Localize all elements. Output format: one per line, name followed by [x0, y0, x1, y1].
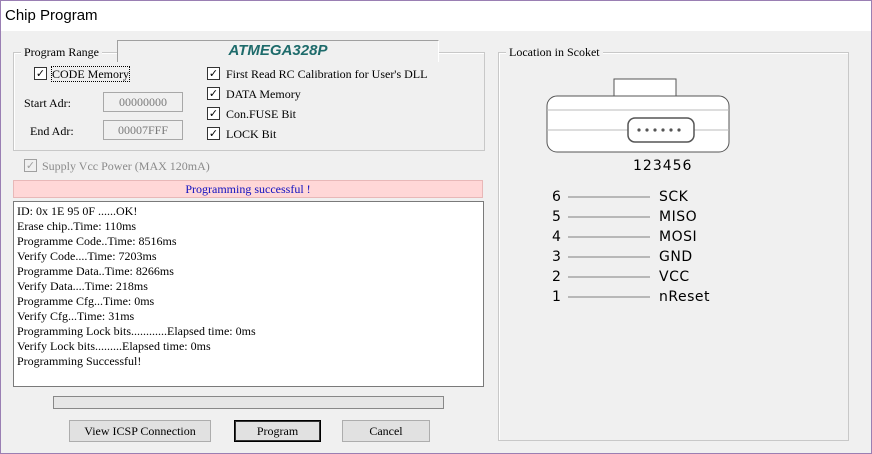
log-line: Programme Code..Time: 8516ms [17, 234, 177, 248]
log-line: Verify Cfg...Time: 31ms [17, 309, 135, 323]
log-line: Programming Lock bits............Elapsed… [17, 324, 256, 338]
pin-number: 2 [552, 269, 561, 285]
pin-line [568, 276, 650, 278]
pin-line [568, 236, 650, 238]
end-adr-field[interactable]: 00007FFF [103, 120, 183, 140]
log-line: Programme Data..Time: 8266ms [17, 264, 174, 278]
log-line: Erase chip..Time: 110ms [17, 219, 137, 233]
pin-name: SCK [659, 189, 689, 205]
window-title: Chip Program [1, 1, 871, 31]
log-line: Verify Lock bits.........Elapsed time: 0… [17, 339, 211, 353]
log-line: Verify Data....Time: 218ms [17, 279, 148, 293]
lock-bit-label[interactable]: LOCK Bit [226, 127, 276, 141]
pin-name: nReset [659, 289, 710, 305]
rc-calibration-checkbox[interactable]: ✓ [207, 67, 220, 80]
pin-number: 1 [552, 289, 561, 305]
log-line: Programme Cfg...Time: 0ms [17, 294, 155, 308]
socket-connector-diagram [546, 78, 730, 153]
supply-vcc-checkbox[interactable]: ✓ [24, 159, 37, 172]
pin-number: 6 [552, 189, 561, 205]
program-range-label: Program Range [21, 45, 102, 59]
log-line: Verify Code....Time: 7203ms [17, 249, 157, 263]
pin-line [568, 296, 650, 298]
log-output[interactable]: ID: 0x 1E 95 0F ......OK! Erase chip..Tim… [13, 201, 484, 387]
pin-line [568, 196, 650, 198]
end-adr-label: End Adr: [30, 124, 74, 138]
view-icsp-connection-button[interactable]: View ICSP Connection [69, 420, 211, 442]
pin-number: 3 [552, 249, 561, 265]
rc-calibration-label[interactable]: First Read RC Calibration for User's DLL [226, 67, 427, 81]
status-message: Programming successful ! [13, 180, 483, 198]
pin-name: MOSI [659, 229, 698, 245]
pin-line [568, 216, 650, 218]
cancel-button[interactable]: Cancel [342, 420, 430, 442]
connector-pin-numbers: 123456 [633, 158, 693, 174]
pin-number: 5 [552, 209, 561, 225]
start-adr-label: Start Adr: [24, 96, 71, 110]
chip-name: ATMEGA328P [117, 40, 439, 62]
lock-bit-checkbox[interactable]: ✓ [207, 127, 220, 140]
socket-label: Location in Scoket [506, 45, 603, 59]
pin-line [568, 256, 650, 258]
pin-number: 4 [552, 229, 561, 245]
program-button[interactable]: Program [234, 420, 321, 442]
progress-bar [53, 396, 444, 409]
con-fuse-checkbox[interactable]: ✓ [207, 107, 220, 120]
pin-name: GND [659, 249, 693, 265]
con-fuse-label[interactable]: Con.FUSE Bit [226, 107, 296, 121]
pin-name: MISO [659, 209, 698, 225]
connector-key [613, 78, 677, 99]
supply-vcc-label[interactable]: Supply Vcc Power (MAX 120mA) [42, 159, 210, 173]
data-memory-label[interactable]: DATA Memory [226, 87, 301, 101]
start-adr-field[interactable]: 00000000 [103, 92, 183, 112]
pin-name: VCC [659, 269, 690, 285]
code-memory-label[interactable]: CODE Memory [51, 66, 130, 82]
code-memory-checkbox[interactable]: ✓ [34, 67, 47, 80]
log-line: Programming Successful! [17, 354, 142, 368]
log-line: ID: 0x 1E 95 0F ......OK! [17, 204, 138, 218]
data-memory-checkbox[interactable]: ✓ [207, 87, 220, 100]
